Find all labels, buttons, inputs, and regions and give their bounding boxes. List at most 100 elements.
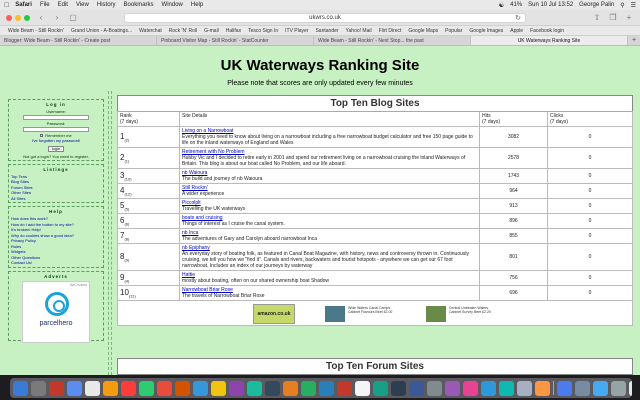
favourite-item[interactable]: Waterchat	[139, 28, 162, 34]
favourite-item[interactable]: G-mail	[204, 28, 219, 34]
dock-app-icon[interactable]	[481, 380, 496, 396]
dock-app-icon[interactable]	[319, 380, 334, 396]
dock-app-icon[interactable]	[193, 380, 208, 396]
dock-app-icon[interactable]	[247, 380, 262, 396]
menu-file[interactable]: File	[40, 2, 50, 8]
dock-app-icon[interactable]	[103, 380, 118, 396]
menu-edit[interactable]: Edit	[58, 2, 68, 8]
forgot-password-link[interactable]: I've forgotten my password!	[11, 138, 101, 144]
dock-app-icon[interactable]	[575, 380, 590, 396]
zoom-window-button[interactable]	[24, 14, 30, 21]
favourite-item[interactable]: Apple	[510, 28, 523, 34]
dock-app-icon[interactable]	[175, 380, 190, 396]
dock-app-icon[interactable]	[31, 380, 46, 396]
dock-app-icon[interactable]	[13, 380, 28, 396]
dock-app-icon[interactable]	[557, 380, 572, 396]
dock-app-icon[interactable]	[517, 380, 532, 396]
favourite-item[interactable]: Flirt Direct	[379, 28, 402, 34]
password-field[interactable]	[23, 127, 89, 132]
adverts-heading: Adverts	[44, 273, 68, 279]
minimize-window-button[interactable]	[15, 14, 21, 21]
help-link[interactable]: Contact Us!	[11, 260, 101, 266]
dock-app-icon[interactable]	[535, 380, 550, 396]
battery-percent[interactable]: 41%	[510, 2, 522, 8]
favourite-item[interactable]: Santander	[315, 28, 338, 34]
tab-uk-waterways[interactable]: UK Waterways Ranking Site	[471, 36, 628, 45]
ad-banner-1[interactable]: Wide Waters Canal Camps. Cabinet Flavour…	[325, 306, 396, 322]
dock-app-icon[interactable]	[409, 380, 424, 396]
menu-window[interactable]: Window	[162, 2, 183, 8]
menu-safari[interactable]: Safari	[15, 2, 32, 8]
sidebar-toggle-icon[interactable]: ▢	[68, 13, 78, 22]
clicks-cell: 0	[547, 228, 633, 244]
clock[interactable]: Sun 10 Jul 13:52	[528, 2, 573, 8]
dock-app-icon[interactable]	[391, 380, 406, 396]
dock-app-icon[interactable]	[211, 380, 226, 396]
favourite-item[interactable]: Rock 'N' Roll	[169, 28, 197, 34]
register-text[interactable]: Not got a login? You need to register.	[11, 154, 101, 159]
menu-list-icon[interactable]: ☰	[631, 2, 636, 9]
menu-help[interactable]: Help	[191, 2, 203, 8]
dock-app-icon[interactable]	[611, 380, 626, 396]
dock-app-icon[interactable]	[427, 380, 442, 396]
dock-app-icon[interactable]	[445, 380, 460, 396]
dock-app-icon[interactable]	[337, 380, 352, 396]
tabs-overview-icon[interactable]: ❐	[608, 13, 618, 22]
reload-icon[interactable]: ↻	[515, 14, 521, 22]
dock-app-icon[interactable]	[49, 380, 64, 396]
dock-app-icon[interactable]	[265, 380, 280, 396]
apple-icon[interactable]: 	[4, 2, 9, 9]
favourite-item[interactable]: Google Maps	[408, 28, 438, 34]
dock-app-icon[interactable]	[463, 380, 478, 396]
tab-blogger[interactable]: Blogger: Wide Beam - Still Rockin' - Cre…	[0, 36, 157, 45]
dock-app-icon[interactable]	[121, 380, 136, 396]
username-field[interactable]	[23, 115, 89, 120]
address-bar[interactable]: ukwrs.co.uk ↻	[124, 12, 526, 23]
site-link[interactable]: Still Rockin'	[182, 185, 477, 191]
login-button[interactable]: login	[48, 145, 64, 152]
favourite-item[interactable]: Grand Union - A-Boatings...	[71, 28, 132, 34]
favourite-item[interactable]: Facebook login	[530, 28, 564, 34]
tab-still-rockin[interactable]: Wide Beam - Still Rockin' - Next Stop...…	[314, 36, 471, 45]
dock-app-icon[interactable]	[355, 380, 370, 396]
forward-arrow-icon[interactable]: ›	[52, 13, 62, 22]
favourite-item[interactable]: Yahoo! Mail	[346, 28, 372, 34]
dock-app-icon[interactable]	[593, 380, 608, 396]
menu-bookmarks[interactable]: Bookmarks	[124, 2, 154, 8]
menu-view[interactable]: View	[76, 2, 89, 8]
favourite-item[interactable]: Halifax	[226, 28, 241, 34]
favourite-item[interactable]: Google Images	[469, 28, 503, 34]
dock-app-icon[interactable]	[229, 380, 244, 396]
dock-app-icon[interactable]	[629, 380, 632, 396]
header-hits: Hits (7 days)	[479, 111, 548, 127]
dock-app-icon[interactable]	[499, 380, 514, 396]
favourite-item[interactable]: Popular	[445, 28, 462, 34]
dock-app-icon[interactable]	[67, 380, 82, 396]
dock-app-icon[interactable]	[373, 380, 388, 396]
user-name[interactable]: George Palin	[579, 2, 614, 8]
dock-app-icon[interactable]	[283, 380, 298, 396]
table-row: 3(10) nb Waioura The build and journey of …	[117, 168, 633, 184]
favourite-item[interactable]: ITV Player	[285, 28, 308, 34]
search-icon[interactable]: ⚲	[620, 2, 624, 9]
parcelhero-advert[interactable]: AdChoices parcelhero	[22, 280, 90, 343]
share-icon[interactable]: ⇧	[592, 13, 602, 22]
tab-statcounter[interactable]: Pinboard Visitor Map - Still Rockin' - S…	[157, 36, 314, 45]
dock-app-icon[interactable]	[301, 380, 316, 396]
back-arrow-icon[interactable]: ‹	[36, 13, 46, 22]
ad-banner-2[interactable]: Central Unbeaten Walers. Cabinet Survey …	[426, 306, 497, 322]
menu-history[interactable]: History	[97, 2, 116, 8]
amazon-banner[interactable]: amazon.co.uk	[253, 304, 295, 324]
dock-app-icon[interactable]	[139, 380, 154, 396]
dock-app-icon[interactable]	[85, 380, 100, 396]
favourite-item[interactable]: Wide Beam - Still Rockin'	[8, 28, 64, 34]
new-tab-icon[interactable]: +	[624, 13, 634, 22]
remember-checkbox[interactable]	[40, 134, 44, 137]
ad-choices-label[interactable]: AdChoices	[70, 283, 87, 287]
wifi-icon[interactable]: ☯	[499, 2, 504, 9]
add-tab-icon[interactable]: +	[628, 36, 640, 45]
favourite-item[interactable]: Tesco Sign In	[248, 28, 278, 34]
dock-app-icon[interactable]	[157, 380, 172, 396]
close-window-button[interactable]	[6, 14, 12, 21]
listing-link-all-sites[interactable]: All Sites	[11, 196, 101, 202]
